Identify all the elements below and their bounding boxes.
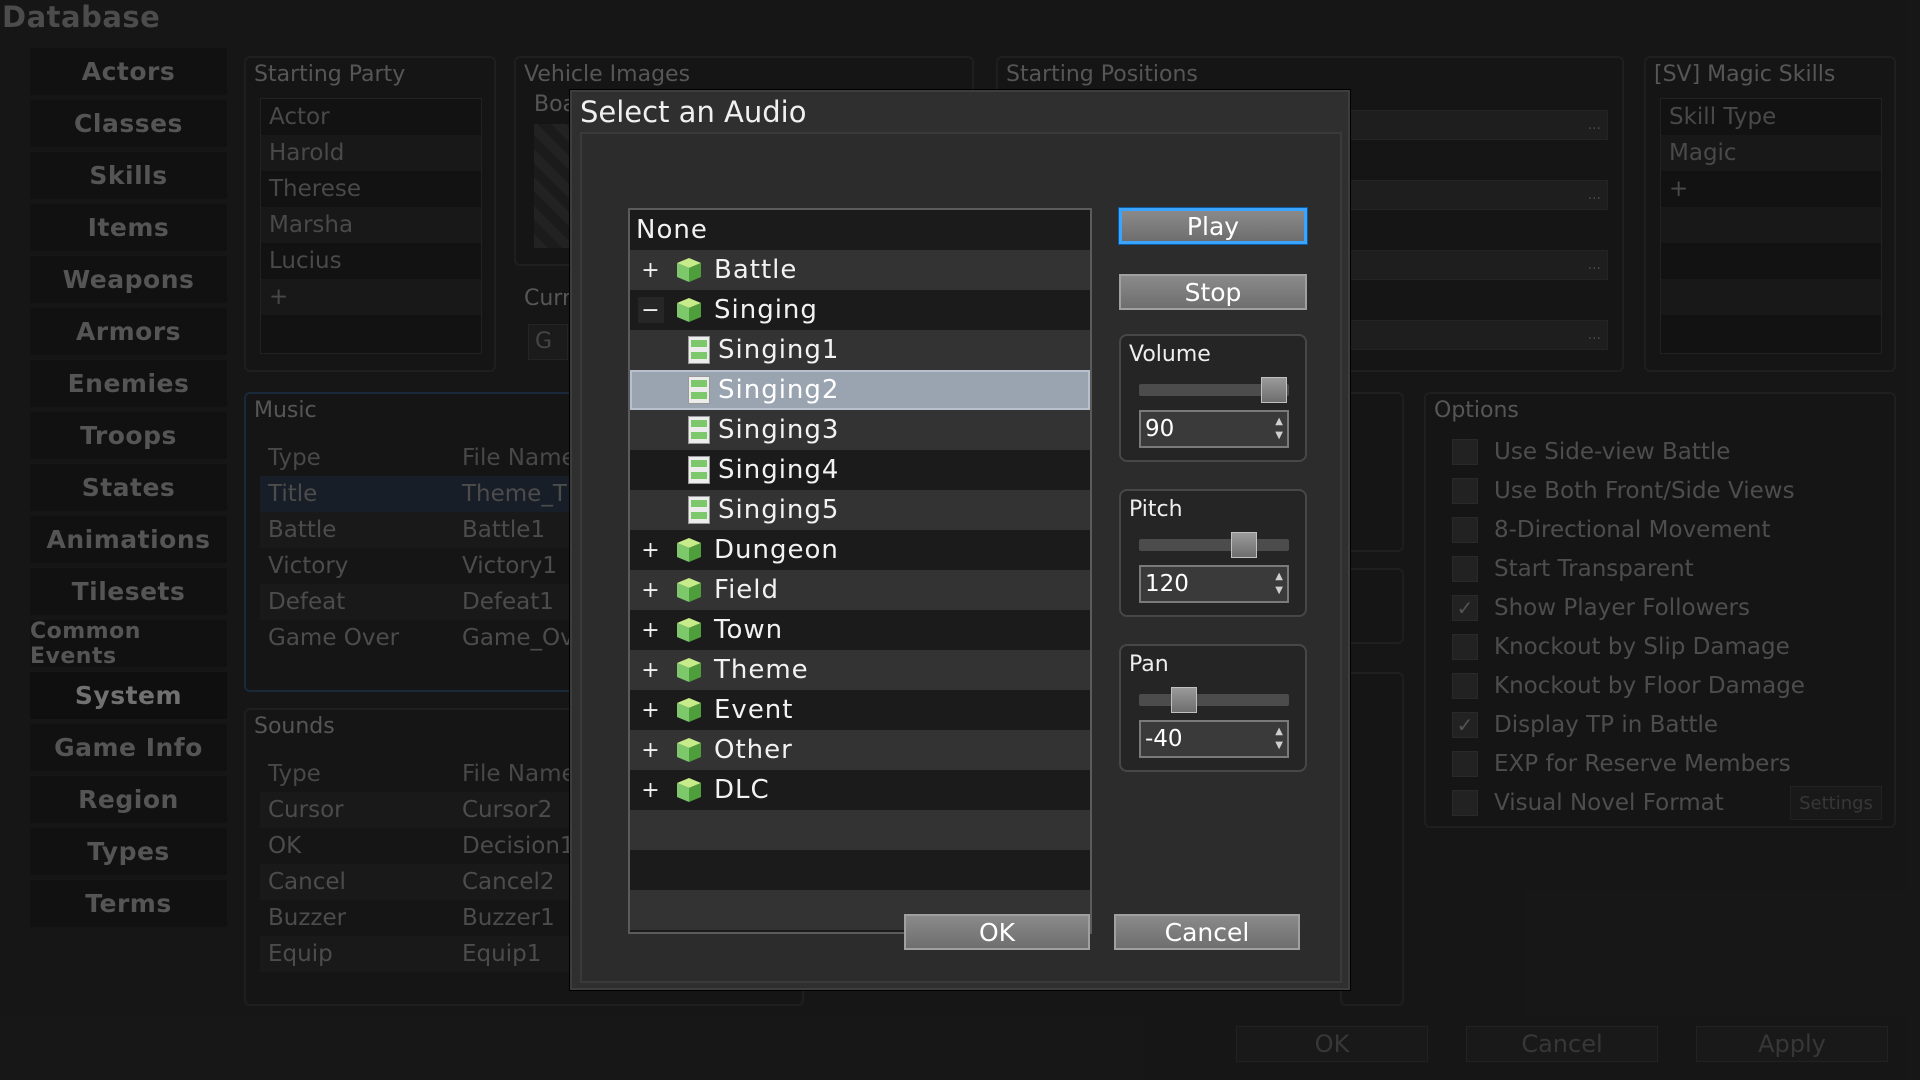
tree-item-label: Singing5 xyxy=(718,495,840,525)
tree-empty-row xyxy=(630,850,1090,890)
tree-item-label: Singing4 xyxy=(718,455,840,485)
tree-item-label: Town xyxy=(714,615,784,645)
pitch-value: 120 xyxy=(1145,571,1189,597)
folder-icon xyxy=(674,295,704,325)
expand-icon[interactable]: + xyxy=(638,697,664,723)
pitch-input[interactable]: 120 ▲ ▼ xyxy=(1139,565,1289,603)
tree-folder[interactable]: + Battle xyxy=(630,250,1090,290)
tree-file[interactable]: Singing2 xyxy=(630,370,1090,410)
tree-item-label: DLC xyxy=(714,775,770,805)
dialog-cancel-button[interactable]: Cancel xyxy=(1114,914,1300,950)
audio-file-icon xyxy=(688,496,710,524)
spin-up-icon[interactable]: ▲ xyxy=(1275,570,1283,584)
pan-spin-arrows[interactable]: ▲ ▼ xyxy=(1275,725,1283,753)
tree-item-label: Dungeon xyxy=(714,535,839,565)
pitch-group: Pitch 120 ▲ ▼ xyxy=(1119,489,1307,617)
spin-down-icon[interactable]: ▼ xyxy=(1275,739,1283,753)
audio-file-tree[interactable]: None + Battle − Singing Singing1 Singing2 Singi… xyxy=(628,208,1092,934)
tree-folder[interactable]: − Singing xyxy=(630,290,1090,330)
tree-item-label: None xyxy=(636,215,708,245)
pan-slider[interactable] xyxy=(1139,687,1289,713)
pan-group: Pan -40 ▲ ▼ xyxy=(1119,644,1307,772)
tree-folder[interactable]: + Event xyxy=(630,690,1090,730)
volume-label: Volume xyxy=(1129,342,1211,367)
pitch-slider-handle[interactable] xyxy=(1231,532,1257,558)
folder-icon xyxy=(674,615,704,645)
audio-file-icon xyxy=(688,376,710,404)
expand-icon[interactable]: + xyxy=(638,257,664,283)
stop-button[interactable]: Stop xyxy=(1119,274,1307,310)
audio-file-icon xyxy=(688,456,710,484)
spin-up-icon[interactable]: ▲ xyxy=(1275,725,1283,739)
tree-folder[interactable]: + DLC xyxy=(630,770,1090,810)
expand-icon[interactable]: + xyxy=(638,777,664,803)
folder-icon xyxy=(674,535,704,565)
tree-item-label: Singing2 xyxy=(718,375,840,405)
expand-icon[interactable]: + xyxy=(638,657,664,683)
tree-file[interactable]: Singing4 xyxy=(630,450,1090,490)
folder-icon xyxy=(674,735,704,765)
tree-folder[interactable]: + Dungeon xyxy=(630,530,1090,570)
play-button[interactable]: Play xyxy=(1119,208,1307,244)
select-audio-dialog: Select an Audio None + Battle − Singing Singi… xyxy=(570,90,1350,990)
folder-icon xyxy=(674,775,704,805)
folder-icon xyxy=(674,255,704,285)
spin-down-icon[interactable]: ▼ xyxy=(1275,429,1283,443)
expand-icon[interactable]: + xyxy=(638,537,664,563)
audio-file-icon xyxy=(688,416,710,444)
tree-item-label: Event xyxy=(714,695,794,725)
audio-file-icon xyxy=(688,336,710,364)
collapse-icon[interactable]: − xyxy=(638,297,664,323)
tree-file[interactable]: Singing3 xyxy=(630,410,1090,450)
folder-icon xyxy=(674,695,704,725)
volume-slider-handle[interactable] xyxy=(1261,377,1287,403)
spin-up-icon[interactable]: ▲ xyxy=(1275,415,1283,429)
pitch-label: Pitch xyxy=(1129,497,1183,522)
tree-file[interactable]: Singing5 xyxy=(630,490,1090,530)
volume-input[interactable]: 90 ▲ ▼ xyxy=(1139,410,1289,448)
folder-icon xyxy=(674,575,704,605)
tree-folder[interactable]: + Other xyxy=(630,730,1090,770)
dialog-ok-button[interactable]: OK xyxy=(904,914,1090,950)
tree-empty-row xyxy=(630,810,1090,850)
tree-item-label: Theme xyxy=(714,655,809,685)
pan-slider-handle[interactable] xyxy=(1171,687,1197,713)
tree-file[interactable]: Singing1 xyxy=(630,330,1090,370)
expand-icon[interactable]: + xyxy=(638,737,664,763)
volume-spin-arrows[interactable]: ▲ ▼ xyxy=(1275,415,1283,443)
pan-input[interactable]: -40 ▲ ▼ xyxy=(1139,720,1289,758)
tree-item-label: Singing xyxy=(714,295,818,325)
volume-group: Volume 90 ▲ ▼ xyxy=(1119,334,1307,462)
dialog-title: Select an Audio xyxy=(580,95,807,129)
spin-down-icon[interactable]: ▼ xyxy=(1275,584,1283,598)
tree-item-label: Battle xyxy=(714,255,798,285)
volume-value: 90 xyxy=(1145,416,1175,442)
expand-icon[interactable]: + xyxy=(638,577,664,603)
tree-item-label: Singing1 xyxy=(718,335,840,365)
folder-icon xyxy=(674,655,704,685)
tree-folder[interactable]: + Field xyxy=(630,570,1090,610)
tree-item-none[interactable]: None xyxy=(630,210,1090,250)
pitch-spin-arrows[interactable]: ▲ ▼ xyxy=(1275,570,1283,598)
tree-item-label: Singing3 xyxy=(718,415,840,445)
tree-item-label: Field xyxy=(714,575,780,605)
tree-folder[interactable]: + Town xyxy=(630,610,1090,650)
pan-value: -40 xyxy=(1145,726,1183,752)
tree-item-label: Other xyxy=(714,735,793,765)
dialog-body: None + Battle − Singing Singing1 Singing2 Singi… xyxy=(580,132,1342,983)
pan-label: Pan xyxy=(1129,652,1169,677)
pitch-slider[interactable] xyxy=(1139,532,1289,558)
volume-slider[interactable] xyxy=(1139,377,1289,403)
expand-icon[interactable]: + xyxy=(638,617,664,643)
tree-folder[interactable]: + Theme xyxy=(630,650,1090,690)
